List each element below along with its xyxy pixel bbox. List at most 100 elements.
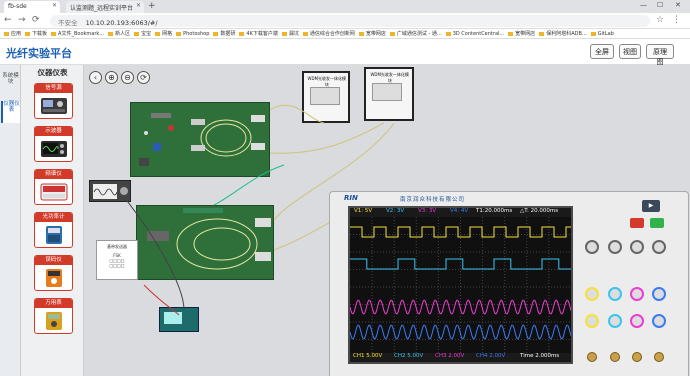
baseband-front-panel[interactable]: 基带发送器 FSK □□□□ □□□□ bbox=[96, 240, 138, 280]
osc-waveform-grid bbox=[350, 217, 571, 357]
oscilloscope-device[interactable]: RIN 南京润众科技有限公司 V1: 5V V2: 3V V3: 3V V4: … bbox=[329, 191, 689, 376]
bookmark-item[interactable]: 宽带网店 bbox=[508, 29, 536, 38]
bookmark-item[interactable]: 通信综合合作创新网 bbox=[302, 29, 355, 38]
tab-label: 认监测题_远程实训平台 bbox=[70, 5, 134, 12]
osc-bottom-readout: CH1 5.00V CH2 5.00V CH3 2.00V CH4 2.00V … bbox=[350, 353, 571, 362]
instrument-card-multimeter[interactable]: 万用表 bbox=[34, 298, 73, 334]
zoom-in-icon[interactable]: ⊕ bbox=[105, 71, 118, 84]
osc-knob[interactable] bbox=[585, 240, 599, 254]
nav-label: 系统模块 bbox=[2, 73, 19, 85]
bookmark-item[interactable]: 数据研 bbox=[213, 29, 235, 38]
fiber-board-2[interactable] bbox=[136, 205, 274, 280]
osc-ch2-input-connector[interactable] bbox=[610, 352, 620, 362]
fiber-board-1[interactable] bbox=[130, 102, 270, 177]
power-meter-device[interactable] bbox=[159, 307, 199, 332]
osc-ch2-position-knob[interactable] bbox=[608, 287, 622, 301]
osc-ch2-scale-knob[interactable] bbox=[608, 314, 622, 328]
bookmark-item[interactable]: 宽带网店 bbox=[358, 29, 386, 38]
zoom-out-icon[interactable]: ⊖ bbox=[121, 71, 134, 84]
osc-ch3-scale-knob[interactable] bbox=[630, 314, 644, 328]
bookmark-item[interactable]: 下载板 bbox=[25, 29, 48, 38]
bookmark-item[interactable]: 宝宝 bbox=[134, 29, 151, 38]
bookmark-label: 应用 bbox=[11, 31, 22, 37]
bookmark-item[interactable]: Photoshop bbox=[176, 29, 209, 38]
wdm-module-1[interactable]: WDM光收发一体化模块 bbox=[302, 71, 350, 123]
instrument-card-oscilloscope[interactable]: 示波器 bbox=[34, 126, 73, 162]
folder-icon bbox=[445, 31, 451, 36]
bookmark-item[interactable]: 广域通信测试 - 通... bbox=[389, 29, 442, 38]
bookmark-item[interactable]: 应用 bbox=[4, 29, 22, 38]
bookmark-item[interactable]: 4K下载客户端 bbox=[239, 29, 278, 38]
minimize-button[interactable]: — bbox=[640, 1, 647, 9]
reset-icon[interactable]: ⟳ bbox=[137, 71, 150, 84]
osc-ch1-input-connector[interactable] bbox=[587, 352, 597, 362]
osc-knob[interactable] bbox=[652, 240, 666, 254]
browser-tab-active[interactable]: fb-sde ✕ bbox=[4, 1, 60, 13]
osc-knob[interactable] bbox=[630, 240, 644, 254]
maximize-button[interactable]: ☐ bbox=[657, 1, 663, 9]
instrument-card-bit-error-tester[interactable]: 误码仪 bbox=[34, 255, 73, 291]
instrument-card-signal-source[interactable]: 信号源 bbox=[34, 83, 73, 119]
osc-ch3-input-connector[interactable] bbox=[632, 352, 642, 362]
osc-ch3-position-knob[interactable] bbox=[630, 287, 644, 301]
back-icon[interactable]: ← bbox=[4, 15, 12, 25]
oscilloscope-icon bbox=[41, 141, 67, 157]
star-icon[interactable]: ☆ bbox=[656, 15, 664, 25]
bookmarks-bar: 应用 下载板 A文件_Bookmark... 新人区 宝宝 网格 Photoshop 数据研 4… bbox=[0, 29, 690, 39]
experiment-canvas[interactable]: ‹ ⊕ ⊖ ⟳ WDM光收发一体化模块 WDM光收发一体化模块 基带发送器 FS… bbox=[84, 65, 690, 376]
folder-icon bbox=[176, 31, 182, 36]
generator-knob[interactable] bbox=[120, 187, 128, 195]
instrument-card-spectrum-analyzer[interactable]: 频谱仪 bbox=[34, 169, 73, 205]
bookmark-label: 漏坑 bbox=[288, 31, 299, 37]
wdm-module-2[interactable]: WDM光收发一体化模块 bbox=[364, 67, 414, 121]
folder-icon bbox=[508, 31, 514, 36]
bookmark-item[interactable]: 保利阿塔科ADB... bbox=[539, 29, 587, 38]
security-label[interactable]: 不安全 bbox=[58, 19, 78, 27]
bookmark-item[interactable]: A文件_Bookmark... bbox=[51, 29, 105, 38]
nav-item-system-modules[interactable]: 系统模块 bbox=[1, 73, 20, 95]
readout-v3: V3: 3V bbox=[418, 208, 437, 214]
bookmark-label: 下载板 bbox=[32, 31, 48, 37]
back-icon[interactable]: ‹ bbox=[89, 71, 102, 84]
bookmark-label: 通信综合合作创新网 bbox=[309, 31, 355, 37]
bookmark-label: 网格 bbox=[162, 31, 173, 37]
bookmark-item[interactable]: 网格 bbox=[155, 29, 173, 38]
close-window-button[interactable]: ✕ bbox=[675, 1, 681, 9]
url-input[interactable]: 不安全 10.10.20.193:6063/#/ bbox=[50, 15, 650, 27]
osc-ch4-scale-knob[interactable] bbox=[652, 314, 666, 328]
osc-ch1-position-knob[interactable] bbox=[585, 287, 599, 301]
osc-knob[interactable] bbox=[608, 240, 622, 254]
browser-tab[interactable]: 认监测题_远程实训平台 ✕ bbox=[66, 1, 144, 13]
folder-icon bbox=[239, 31, 245, 36]
bookmark-item[interactable]: 3D ContentCentral... bbox=[445, 29, 504, 38]
osc-ch1-scale-knob[interactable] bbox=[585, 314, 599, 328]
schematic-button[interactable]: 原理图 bbox=[646, 44, 674, 66]
signal-generator-device[interactable] bbox=[89, 180, 131, 202]
nav-item-instruments[interactable]: 仪器仪表 bbox=[1, 101, 20, 123]
osc-top-readout: V1: 5V V2: 3V V3: 3V V4: 4V T1:20.000ms … bbox=[350, 208, 571, 217]
menu-icon[interactable]: ⋮ bbox=[672, 15, 681, 25]
osc-ch4-input-connector[interactable] bbox=[654, 352, 664, 362]
bookmark-item[interactable]: 漏坑 bbox=[281, 29, 299, 38]
fullscreen-button[interactable]: 全屏 bbox=[590, 44, 614, 59]
bookmark-label: A文件_Bookmark... bbox=[58, 31, 105, 37]
osc-ch4-position-knob[interactable] bbox=[652, 287, 666, 301]
folder-icon bbox=[25, 31, 31, 36]
close-tab-icon[interactable]: ✕ bbox=[52, 2, 57, 9]
new-tab-button[interactable]: + bbox=[148, 1, 156, 11]
close-tab-icon[interactable]: ✕ bbox=[136, 2, 141, 9]
forward-icon[interactable]: → bbox=[18, 15, 26, 25]
osc-run-button[interactable]: ▶ bbox=[642, 200, 660, 212]
bookmark-label: 保利阿塔科ADB... bbox=[546, 31, 587, 37]
reload-icon[interactable]: ⟳ bbox=[32, 15, 40, 25]
board-circuit-graphic bbox=[139, 113, 265, 166]
bookmark-label: 宽带网店 bbox=[365, 31, 386, 37]
instrument-card-optical-power-meter[interactable]: 光功率计 bbox=[34, 212, 73, 248]
bookmark-item[interactable]: 新人区 bbox=[108, 29, 130, 38]
osc-stop-button[interactable] bbox=[630, 218, 644, 228]
view-button[interactable]: 视图 bbox=[619, 44, 641, 59]
bookmark-item[interactable]: GitLab bbox=[590, 29, 614, 38]
bookmark-label: 宽带网店 bbox=[515, 31, 536, 37]
card-label: 万用表 bbox=[35, 299, 72, 308]
osc-auto-button[interactable] bbox=[650, 218, 664, 228]
